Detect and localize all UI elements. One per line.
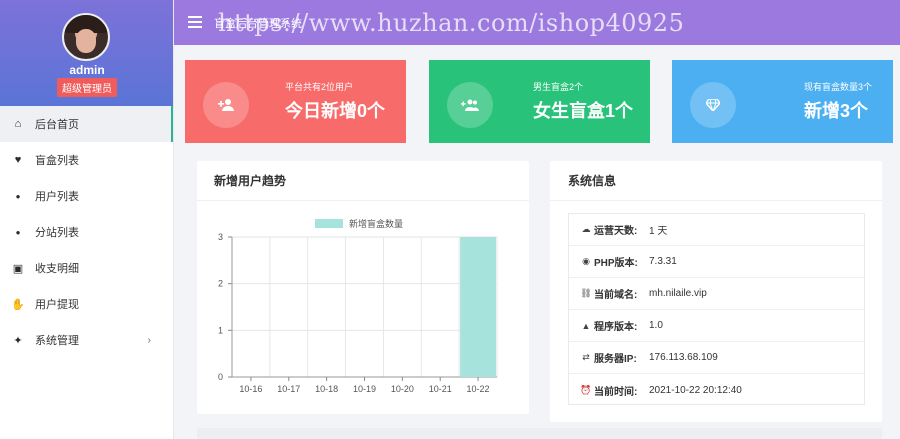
watermark: https://www.huzhan.com/ishop40925 <box>218 9 685 37</box>
system-info-list: ☁ 运营天数: 1 天 ◉ PHP版本: 7.3.31 ⛓ 当前域名: mh.n… <box>568 213 865 405</box>
group-add-icon <box>447 82 493 128</box>
info-label: 当前时间: <box>594 386 638 398</box>
info-row-time: ⏰ 当前时间: 2021-10-22 20:12:40 <box>569 374 864 406</box>
y-tick-label: 1 <box>218 325 223 335</box>
stat-card-inventory: 现有盲盒数量3个 新增3个 <box>672 60 893 143</box>
system-info-panel: 系统信息 ☁ 运营天数: 1 天 ◉ PHP版本: 7.3.31 ⛓ 当前域名:… <box>550 161 882 422</box>
stat-card-users: 平台共有2位用户 今日新增0个 <box>185 60 406 143</box>
y-tick-label: 0 <box>218 372 223 382</box>
chevron-right-icon: › <box>147 334 151 346</box>
x-tick-label: 10-22 <box>467 384 490 394</box>
x-tick-label: 10-20 <box>391 384 414 394</box>
stat-value: 今日新增0个 <box>285 101 386 121</box>
info-value: 176.113.68.109 <box>649 352 718 363</box>
info-row-domain: ⛓ 当前域名: mh.nilaile.vip <box>569 278 864 310</box>
info-value: mh.nilaile.vip <box>649 288 707 299</box>
stat-sub: 现有盲盒数量3个 <box>804 82 873 92</box>
sparkle-icon: ✦ <box>13 334 23 347</box>
shuffle-icon: ⇄ <box>582 352 590 362</box>
sidebar-item-label: 用户提现 <box>35 299 79 311</box>
sidebar-item-label: 用户列表 <box>35 191 79 203</box>
sidebar-item-substation-list[interactable]: ● 分站列表 <box>0 214 173 250</box>
user-icon: ● <box>15 227 21 237</box>
user-icon: ● <box>15 191 21 201</box>
x-tick-label: 10-17 <box>277 384 300 394</box>
x-tick-label: 10-16 <box>239 384 262 394</box>
link-icon: ⛓ <box>580 288 592 298</box>
avatar[interactable] <box>62 13 110 61</box>
android-icon: ▲ <box>581 320 591 331</box>
alarm-icon: ⏰ <box>580 384 592 395</box>
add-user-icon <box>203 82 249 128</box>
info-row-uptime: ☁ 运营天数: 1 天 <box>569 214 864 246</box>
legend-swatch <box>315 219 343 228</box>
info-label: PHP版本: <box>594 258 638 269</box>
info-value: 7.3.31 <box>649 256 677 267</box>
info-value: 2021-10-22 20:12:40 <box>649 384 742 396</box>
y-tick-label: 2 <box>218 279 223 289</box>
sidebar-item-transactions[interactable]: ▣ 收支明细 <box>0 250 173 286</box>
wallet-icon: ▣ <box>12 262 24 275</box>
info-row-php: ◉ PHP版本: 7.3.31 <box>569 246 864 278</box>
sidebar-item-withdrawals[interactable]: ✋ 用户提现 <box>0 286 173 322</box>
legend-label: 新增盲盒数量 <box>349 218 403 229</box>
panel-title: 新增用户趋势 <box>197 161 529 201</box>
x-tick-label: 10-19 <box>353 384 376 394</box>
sidebar-item-home[interactable]: ⌂ 后台首页 <box>0 106 173 142</box>
sidebar-item-user-list[interactable]: ● 用户列表 <box>0 178 173 214</box>
trend-chart: 新增盲盒数量 0 1 2 3 10-16 10-17 10-18 10-19 10-20 10-21… <box>218 218 498 394</box>
profile-card: admin 超级管理员 <box>0 0 173 106</box>
info-value: 1 天 <box>649 226 668 237</box>
sidebar-item-blindbox-list[interactable]: ♥ 盲盒列表 <box>0 142 173 178</box>
sidebar-item-label: 后台首页 <box>35 119 79 131</box>
info-label: 服务器IP: <box>594 354 637 365</box>
info-row-version: ▲ 程序版本: 1.0 <box>569 310 864 342</box>
sidebar-item-label: 分站列表 <box>35 227 79 239</box>
sidebar-item-label: 盲盒列表 <box>35 155 79 167</box>
info-label: 当前域名: <box>594 290 638 301</box>
sidebar-item-system[interactable]: ✦ 系统管理 › <box>0 322 173 358</box>
stat-value: 新增3个 <box>804 101 869 121</box>
panel-title: 系统信息 <box>550 161 882 201</box>
cloud-icon: ☁ <box>581 224 591 234</box>
hand-icon: ✋ <box>11 298 25 311</box>
sidebar: admin 超级管理员 ⌂ 后台首页 ♥ 盲盒列表 ● 用户列表 ● 分站列表 … <box>0 0 174 439</box>
x-tick-label: 10-18 <box>315 384 338 394</box>
chart-bar <box>460 237 496 377</box>
sidebar-menu: ⌂ 后台首页 ♥ 盲盒列表 ● 用户列表 ● 分站列表 ▣ 收支明细 ✋ 用户提… <box>0 106 173 358</box>
stat-value: 女生盲盒1个 <box>533 101 634 121</box>
info-value: 1.0 <box>649 320 663 331</box>
next-panel-edge <box>197 428 882 439</box>
stat-sub: 平台共有2位用户 <box>285 82 354 92</box>
info-label: 程序版本: <box>594 322 638 333</box>
diamond-icon <box>690 82 736 128</box>
stat-card-boxes: 男生盲盒2个 女生盲盒1个 <box>429 60 650 143</box>
stat-sub: 男生盲盒2个 <box>533 82 584 92</box>
admin-name: admin <box>69 63 105 77</box>
info-row-server-ip: ⇄ 服务器IP: 176.113.68.109 <box>569 342 864 374</box>
info-label: 运营天数: <box>594 226 638 237</box>
user-trend-panel: 新增用户趋势 新增盲盒数量 0 1 2 3 10-16 10-17 10-18 10-19 10-… <box>197 161 529 414</box>
eye-icon: ◉ <box>582 256 590 266</box>
sidebar-item-label: 系统管理 <box>35 335 79 347</box>
x-tick-label: 10-21 <box>429 384 452 394</box>
menu-toggle-icon[interactable] <box>188 16 202 31</box>
y-tick-label: 3 <box>218 232 223 242</box>
sidebar-item-label: 收支明细 <box>35 263 79 275</box>
heart-icon: ♥ <box>14 154 22 166</box>
home-icon: ⌂ <box>14 118 22 130</box>
admin-role-badge: 超级管理员 <box>57 78 117 97</box>
